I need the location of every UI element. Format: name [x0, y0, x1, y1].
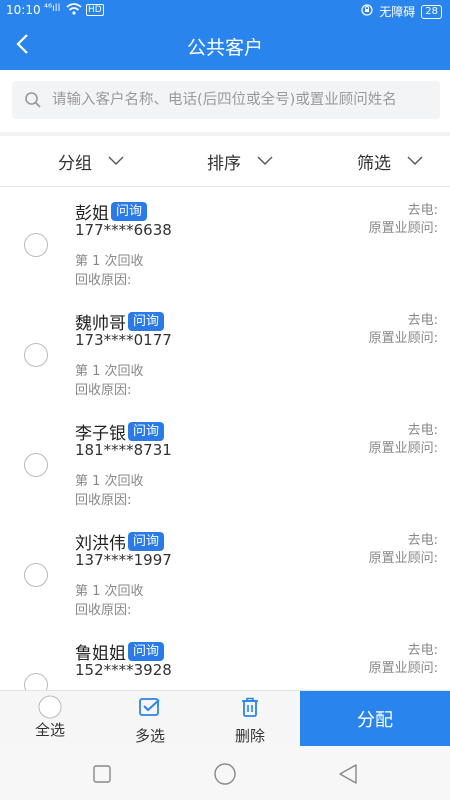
customer-phone: 181****8731: [75, 441, 172, 459]
former-adviser-label: 原置业顾问:: [368, 221, 438, 236]
search-input[interactable]: [52, 81, 438, 119]
customer-item[interactable]: 魏帅哥 问询 173****0177 第 1 次回收 回收原因: 去电: 原置业顾…: [0, 297, 450, 408]
signal-indicator: ⁴⁶ıll: [44, 3, 61, 14]
recent-apps-button[interactable]: [93, 765, 111, 787]
home-button[interactable]: [214, 763, 236, 789]
customer-phone: 173****0177: [75, 331, 172, 349]
navigation-bar: 公共客户: [0, 20, 450, 70]
sort-filter-label: 排序: [207, 153, 241, 174]
recycle-count: 第 1 次回收: [75, 254, 144, 269]
delete-button[interactable]: 删除: [210, 691, 290, 747]
former-adviser-label: 原置业顾问:: [368, 551, 438, 566]
search-section: [0, 70, 450, 132]
trash-icon: [242, 697, 258, 717]
assign-button[interactable]: 分配: [300, 691, 450, 747]
accessibility-icon: [361, 4, 373, 19]
system-navigation-bar: [0, 746, 450, 800]
former-adviser-label: 原置业顾问:: [368, 331, 438, 346]
sort-filter[interactable]: 排序: [207, 136, 273, 186]
status-bar: 10:10 ⁴⁶ıll HD 无障碍 28: [0, 0, 450, 20]
select-radio[interactable]: [24, 233, 48, 257]
square-icon: [93, 765, 111, 783]
former-adviser-label: 原置业顾问:: [368, 441, 438, 456]
call-label: 去电:: [407, 533, 438, 548]
system-back-button[interactable]: [338, 763, 358, 789]
select-radio[interactable]: [24, 563, 48, 587]
recycle-reason: 回收原因:: [75, 603, 132, 618]
recycle-count: 第 1 次回收: [75, 584, 144, 599]
recycle-reason: 回收原因:: [75, 383, 132, 398]
select-all-button[interactable]: 全选: [10, 691, 90, 747]
filter-bar: 分组 排序 筛选: [0, 136, 450, 187]
delete-label: 删除: [234, 727, 265, 745]
status-badge: 问询: [111, 202, 148, 221]
search-icon: [25, 92, 41, 108]
call-label: 去电:: [407, 643, 438, 658]
status-time: 10:10: [6, 3, 41, 17]
status-badge: 问询: [128, 312, 165, 331]
screen-filter[interactable]: 筛选: [357, 136, 423, 186]
customer-phone: 177****6638: [75, 221, 172, 239]
status-badge: 问询: [128, 642, 165, 661]
battery-indicator: 28: [421, 4, 442, 19]
call-label: 去电:: [407, 423, 438, 438]
customer-phone: 152****3928: [75, 661, 172, 679]
chevron-down-icon: [407, 156, 423, 165]
page-title: 公共客户: [186, 37, 263, 59]
assign-label: 分配: [357, 710, 393, 731]
multi-select-label: 多选: [134, 727, 165, 745]
radio-circle-icon: [38, 695, 62, 719]
hd-badge: HD: [86, 4, 104, 16]
recycle-reason: 回收原因:: [75, 493, 132, 508]
search-box[interactable]: [12, 81, 440, 119]
select-radio[interactable]: [24, 453, 48, 477]
customer-item[interactable]: 刘洪伟 问询 137****1997 第 1 次回收 回收原因: 去电: 原置业顾…: [0, 517, 450, 628]
call-label: 去电:: [407, 313, 438, 328]
group-filter-label: 分组: [58, 153, 92, 174]
former-adviser-label: 原置业顾问:: [368, 661, 438, 676]
bottom-action-bar: 全选 多选 删除 分配: [0, 690, 450, 747]
select-radio[interactable]: [24, 343, 48, 367]
screen-filter-label: 筛选: [357, 153, 391, 174]
recycle-count: 第 1 次回收: [75, 364, 144, 379]
select-all-label: 全选: [34, 721, 65, 739]
customer-item[interactable]: 彭姐 问询 177****6638 第 1 次回收 回收原因: 去电: 原置业顾问…: [0, 187, 450, 298]
accessibility-label: 无障碍: [379, 5, 416, 19]
chevron-down-icon: [257, 156, 273, 165]
chevron-down-icon: [108, 156, 124, 165]
customer-phone: 137****1997: [75, 551, 172, 569]
customer-list: 彭姐 问询 177****6638 第 1 次回收 回收原因: 去电: 原置业顾问…: [0, 187, 450, 690]
multi-select-button[interactable]: 多选: [110, 691, 190, 747]
wifi-icon: [66, 2, 82, 19]
customer-item[interactable]: 鲁姐姐 问询 152****3928 去电: 原置业顾问:: [0, 627, 450, 690]
recycle-reason: 回收原因:: [75, 273, 132, 288]
recycle-count: 第 1 次回收: [75, 474, 144, 489]
customer-item[interactable]: 李子银 问询 181****8731 第 1 次回收 回收原因: 去电: 原置业顾…: [0, 407, 450, 518]
status-badge: 问询: [128, 532, 165, 551]
call-label: 去电:: [407, 203, 438, 218]
status-badge: 问询: [128, 422, 165, 441]
circle-icon: [214, 763, 236, 785]
group-filter[interactable]: 分组: [58, 136, 124, 186]
triangle-back-icon: [339, 764, 357, 784]
checkbox-icon: [139, 698, 160, 716]
select-radio[interactable]: [24, 673, 48, 690]
